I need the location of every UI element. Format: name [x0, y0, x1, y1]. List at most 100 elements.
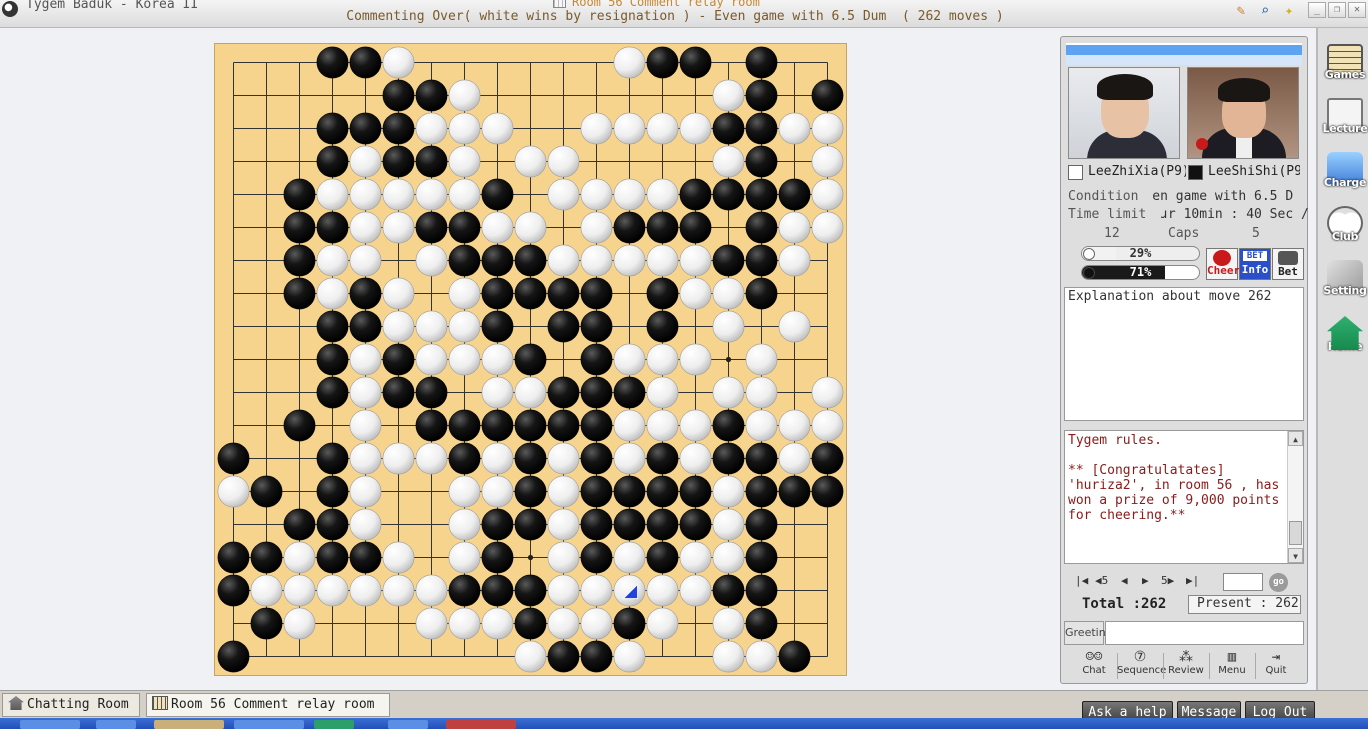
chat-log[interactable]: Tygem rules. ** [Congratulatates] 'huriz…	[1064, 430, 1304, 564]
white-stone[interactable]	[349, 409, 382, 442]
black-stone[interactable]	[448, 574, 481, 607]
black-stone[interactable]	[481, 541, 514, 574]
go-board[interactable]	[214, 43, 847, 676]
taskbar-item[interactable]	[234, 720, 304, 729]
black-stone[interactable]	[745, 211, 778, 244]
white-stone[interactable]	[613, 409, 646, 442]
black-stone[interactable]	[283, 277, 316, 310]
white-stone[interactable]	[547, 442, 580, 475]
white-stone[interactable]	[613, 640, 646, 673]
white-stone[interactable]	[679, 409, 712, 442]
black-stone[interactable]	[712, 409, 745, 442]
lecture-button[interactable]: Lecture	[1322, 98, 1368, 148]
white-stone[interactable]	[613, 574, 646, 607]
white-stone[interactable]	[547, 145, 580, 178]
white-stone[interactable]	[778, 244, 811, 277]
black-stone[interactable]	[481, 508, 514, 541]
taskbar-item[interactable]	[96, 720, 136, 729]
white-stone[interactable]	[712, 79, 745, 112]
white-stone[interactable]	[349, 145, 382, 178]
close-button[interactable]: ✕	[1348, 2, 1366, 18]
white-stone[interactable]	[481, 112, 514, 145]
black-stone[interactable]	[415, 79, 448, 112]
white-stone[interactable]	[349, 178, 382, 211]
black-stone[interactable]	[811, 442, 844, 475]
black-stone[interactable]	[448, 442, 481, 475]
white-stone[interactable]	[679, 541, 712, 574]
white-stone[interactable]	[514, 211, 547, 244]
white-stone[interactable]	[415, 343, 448, 376]
black-stone[interactable]	[448, 244, 481, 277]
white-stone[interactable]	[349, 376, 382, 409]
black-stone[interactable]	[250, 541, 283, 574]
white-stone[interactable]	[481, 607, 514, 640]
white-stone[interactable]	[712, 640, 745, 673]
black-stone[interactable]	[712, 574, 745, 607]
white-stone[interactable]	[283, 541, 316, 574]
white-stone[interactable]	[382, 310, 415, 343]
setting-button[interactable]: Setting	[1322, 260, 1368, 310]
sequence-button[interactable]: ⑦ Sequence	[1117, 649, 1166, 681]
white-stone[interactable]	[382, 178, 415, 211]
paint-icon[interactable]: ✎	[1232, 2, 1250, 20]
black-stone[interactable]	[283, 409, 316, 442]
black-stone[interactable]	[547, 277, 580, 310]
black-stone[interactable]	[712, 442, 745, 475]
black-stone[interactable]	[250, 607, 283, 640]
move-number-input[interactable]	[1223, 573, 1263, 591]
taskbar-item[interactable]	[154, 720, 224, 729]
white-stone[interactable]	[613, 541, 646, 574]
white-stone[interactable]	[448, 79, 481, 112]
white-stone[interactable]	[349, 574, 382, 607]
white-stone[interactable]	[547, 508, 580, 541]
white-stone[interactable]	[811, 112, 844, 145]
white-stone[interactable]	[613, 112, 646, 145]
black-stone[interactable]	[646, 508, 679, 541]
black-stone[interactable]	[646, 475, 679, 508]
games-button[interactable]: Games	[1322, 44, 1368, 94]
black-stone[interactable]	[613, 508, 646, 541]
white-stone[interactable]	[547, 475, 580, 508]
black-stone[interactable]	[415, 145, 448, 178]
chat-scrollbar[interactable]: ▲ ▼	[1287, 431, 1303, 563]
black-stone[interactable]	[646, 310, 679, 343]
white-stone[interactable]	[316, 574, 349, 607]
white-stone[interactable]	[580, 178, 613, 211]
chat-button[interactable]: ☺☺ Chat	[1071, 649, 1117, 681]
white-stone[interactable]	[250, 574, 283, 607]
club-button[interactable]: Club	[1322, 206, 1368, 256]
white-stone[interactable]	[415, 574, 448, 607]
black-stone[interactable]	[646, 442, 679, 475]
black-stone[interactable]	[514, 574, 547, 607]
black-stone[interactable]	[514, 343, 547, 376]
white-stone[interactable]	[712, 376, 745, 409]
white-stone[interactable]	[811, 376, 844, 409]
black-stone[interactable]	[580, 541, 613, 574]
white-stone[interactable]	[415, 112, 448, 145]
black-stone[interactable]	[580, 508, 613, 541]
black-stone[interactable]	[481, 277, 514, 310]
white-stone[interactable]	[646, 409, 679, 442]
forward-button[interactable]: ▶	[1142, 574, 1149, 587]
black-stone[interactable]	[316, 376, 349, 409]
white-stone[interactable]	[382, 211, 415, 244]
white-stone[interactable]	[712, 607, 745, 640]
white-stone[interactable]	[448, 343, 481, 376]
white-stone[interactable]	[811, 178, 844, 211]
black-stone[interactable]	[349, 310, 382, 343]
black-stone[interactable]	[679, 475, 712, 508]
black-stone[interactable]	[646, 46, 679, 79]
black-stone[interactable]	[745, 244, 778, 277]
black-stone[interactable]	[481, 178, 514, 211]
white-stone[interactable]	[580, 607, 613, 640]
black-stone[interactable]	[580, 277, 613, 310]
white-stone[interactable]	[349, 343, 382, 376]
black-stone[interactable]	[679, 46, 712, 79]
white-stone[interactable]	[778, 112, 811, 145]
black-stone[interactable]	[613, 607, 646, 640]
black-stone[interactable]	[745, 508, 778, 541]
black-stone[interactable]	[646, 277, 679, 310]
white-stone[interactable]	[415, 178, 448, 211]
black-stone[interactable]	[481, 310, 514, 343]
charge-button[interactable]: Charge	[1322, 152, 1368, 202]
